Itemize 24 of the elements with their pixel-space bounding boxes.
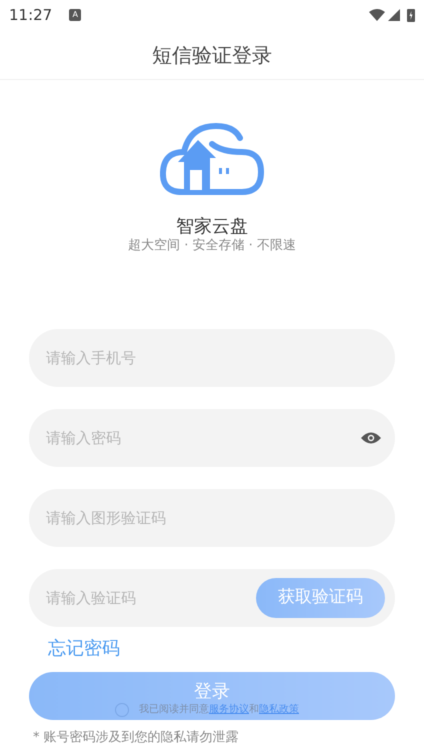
input-field[interactable]: 请输入手机号 [29, 329, 395, 387]
input-field[interactable]: 请输入密码 [29, 409, 395, 467]
eye-icon[interactable] [360, 431, 382, 445]
text-input[interactable]: 请输入手机号 [46, 346, 385, 370]
status-time: 11:27 [9, 4, 52, 26]
app-tagline: 超大空间 · 安全存储 · 不限速 [128, 238, 296, 254]
text-input[interactable]: 请输入图形验证码 [46, 506, 385, 530]
app-name: 智家云盘 [176, 216, 248, 238]
text-input[interactable]: 请输入验证码 [46, 586, 256, 610]
forgot-password-link[interactable]: 忘记密码 [48, 635, 120, 662]
battery-icon [407, 8, 415, 22]
text-input[interactable]: 请输入密码 [46, 426, 360, 450]
agreement-checkbox[interactable] [115, 702, 129, 716]
privacy-note: * 账号密码涉及到您的隐私请勿泄露 [33, 729, 240, 747]
input-field[interactable]: 请输入图形验证码 [29, 489, 395, 547]
get-code-button[interactable]: 获取验证码 [256, 578, 385, 618]
privacy-link[interactable]: 隐私政策 [259, 704, 299, 715]
signal-icon [388, 9, 400, 21]
agreement-text: 我已阅读并同意服务协议和隐私政策 [139, 702, 299, 717]
notification-badge: A [69, 9, 82, 21]
page-title: 短信验证登录 [152, 42, 272, 68]
input-field[interactable]: 请输入验证码 获取验证码 [29, 569, 395, 627]
terms-link[interactable]: 服务协议 [209, 704, 249, 715]
wifi-icon [369, 9, 385, 21]
